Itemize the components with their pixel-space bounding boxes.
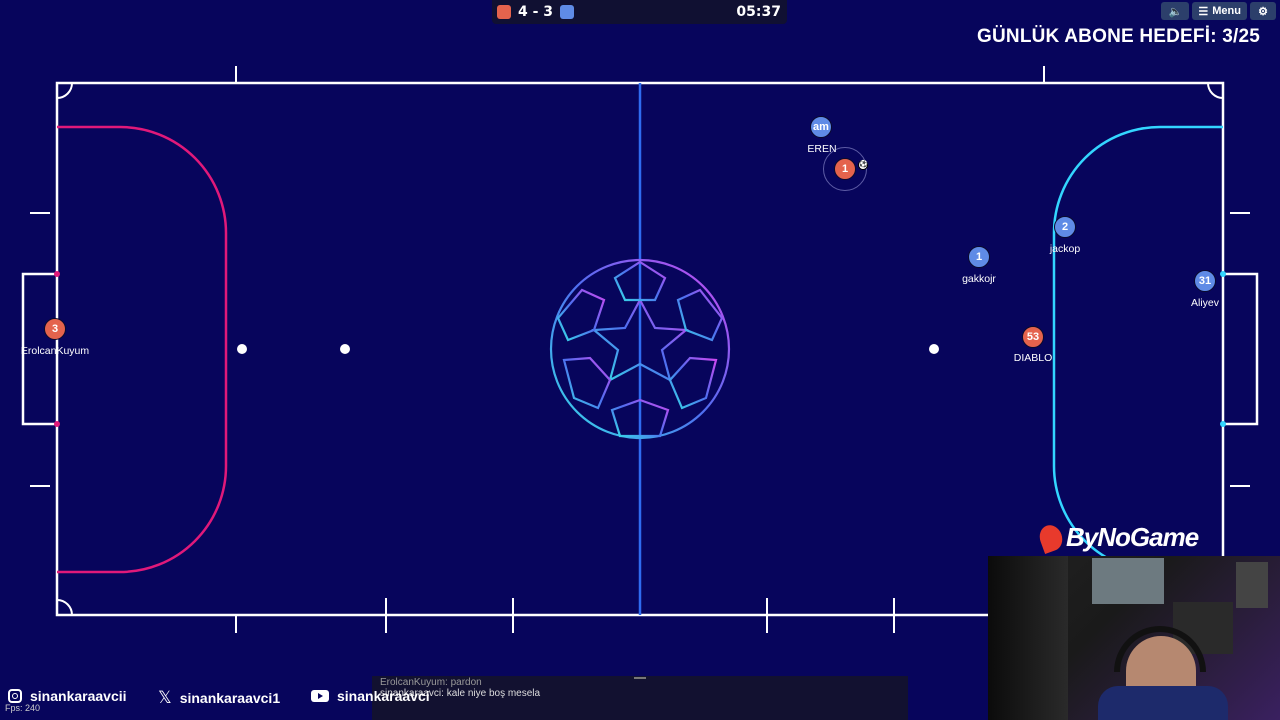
social-youtube: sinankaraavci: [311, 688, 430, 704]
chat-box: ErolcanKuyum: pardon sinankaraavci: kale…: [372, 676, 908, 720]
penalty-spot: [929, 344, 939, 354]
right-penalty-area: [1052, 125, 1223, 574]
top-controls: 🔈 ☰ Menu ⚙: [1161, 2, 1276, 20]
webcam-feed: [988, 556, 1280, 720]
chat-message: ErolcanKuyum: pardon: [380, 677, 482, 688]
x-icon: 𝕏: [158, 688, 172, 707]
player-disc: 1: [968, 246, 990, 268]
social-x: 𝕏 sinankaraavci1: [158, 688, 280, 708]
feather-icon: [1036, 521, 1066, 554]
fps-counter: Fps: 240: [5, 703, 41, 713]
player-disc: 53: [1022, 326, 1044, 348]
hamburger-icon: ☰: [1198, 5, 1209, 18]
red-team-badge: [497, 5, 511, 19]
player-name: gakkojr: [962, 273, 996, 285]
player-name: Aliyev: [1190, 297, 1220, 309]
wall-poster: [1236, 562, 1268, 608]
scoreboard: 4 - 3 05:37: [492, 0, 787, 24]
blue-team-badge: [560, 5, 575, 19]
youtube-handle: sinankaraavci: [337, 688, 430, 704]
x-handle: sinankaraavci1: [179, 690, 281, 706]
ball: ⚽: [858, 160, 868, 170]
youtube-icon: [311, 690, 329, 702]
penalty-spot: [237, 344, 247, 354]
subscriber-goal: GÜNLÜK ABONE HEDEFİ: 3/25: [977, 26, 1260, 47]
player-name: DIABLO: [1013, 352, 1053, 364]
chat-handle[interactable]: [634, 677, 646, 679]
score: 4 - 3: [518, 4, 554, 20]
speaker-icon: 🔈: [1168, 5, 1183, 18]
curtain: [988, 556, 1068, 720]
right-goal: [1223, 272, 1259, 426]
player-disc: 2: [1054, 216, 1076, 238]
player-disc: 31: [1194, 270, 1216, 292]
instagram-icon: [8, 689, 22, 703]
sound-button[interactable]: 🔈: [1161, 2, 1190, 20]
streamer-shirt: [1098, 686, 1228, 720]
penalty-spot: [340, 344, 350, 354]
gear-icon: ⚙: [1258, 5, 1268, 18]
player-disc: 1: [834, 158, 856, 180]
menu-button[interactable]: ☰ Menu: [1192, 2, 1247, 20]
social-instagram: sinankaraavcii: [8, 688, 127, 704]
player-name: ErolcanKuyum: [20, 345, 90, 357]
menu-label: Menu: [1212, 5, 1241, 17]
instagram-handle: sinankaraavcii: [30, 688, 127, 704]
player-disc: am: [810, 116, 832, 138]
player-name: jackop: [1049, 243, 1081, 255]
brand-logo: ByNoGame: [1036, 521, 1199, 554]
settings-button[interactable]: ⚙: [1250, 2, 1276, 20]
wall-poster: [1092, 558, 1164, 604]
match-timer: 05:37: [736, 4, 781, 20]
player-disc: 3: [44, 318, 66, 340]
